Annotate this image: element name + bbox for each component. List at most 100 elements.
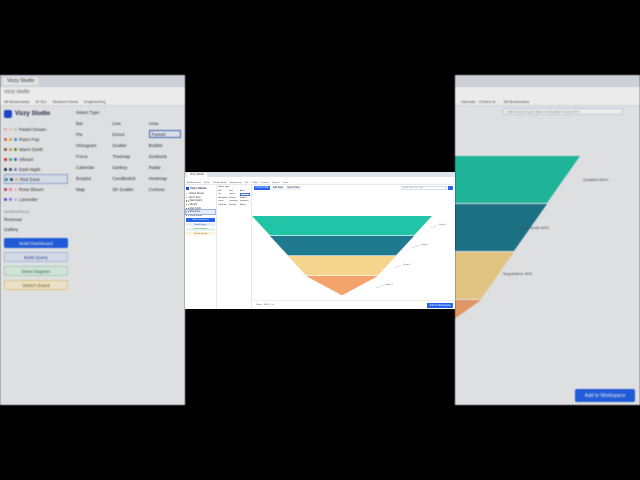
chart-type-option[interactable]: Scatter (112, 141, 144, 149)
bookmark[interactable]: Engineering (84, 99, 105, 104)
palette-option[interactable]: Rose Bloom (4, 184, 68, 194)
funnel-stage[interactable] (270, 236, 414, 256)
chart-type-option[interactable]: Line (229, 189, 239, 192)
chart-type-option[interactable]: Sunburst (149, 152, 181, 160)
chart-type-option[interactable]: Histogram (218, 196, 228, 199)
chart-type-option[interactable]: Funnel (148, 130, 181, 138)
chart-type-option[interactable]: Radar (149, 163, 181, 171)
sketch-board-button[interactable]: Sketch Board (4, 280, 68, 290)
palette-swatch (14, 127, 17, 131)
chart-type-option[interactable]: Area (240, 189, 250, 192)
build-query-button[interactable]: Build Query (4, 252, 68, 262)
fit-button[interactable]: Fit (271, 304, 273, 306)
tab-edit-data[interactable]: Edit Data (271, 186, 285, 190)
add-to-workspace-button[interactable]: Add to Workspace (427, 303, 453, 308)
sidebar-item-revenue[interactable]: Revenue (4, 214, 68, 224)
funnel-stage[interactable] (306, 276, 378, 296)
bookmark[interactable]: Team (283, 182, 288, 184)
chart-type-option[interactable]: Candlestick (112, 174, 144, 182)
palette-swatch (9, 137, 12, 141)
chart-type-option[interactable]: Donut (112, 130, 144, 138)
chart-type-option[interactable]: Radar (240, 203, 250, 206)
chart-type-option[interactable]: Calendar (218, 203, 228, 206)
palette-option[interactable]: Dark Night (4, 164, 68, 174)
chart-type-option[interactable]: 3D Scatter (112, 185, 144, 193)
chart-type-option[interactable]: Line (112, 119, 144, 127)
chart-type-option[interactable]: Area (149, 119, 181, 127)
chart-type-option[interactable]: Treemap (112, 152, 144, 160)
palette-swatch (5, 177, 8, 181)
bookmark[interactable]: El Sur (204, 182, 210, 184)
build-dashboard-button[interactable]: Build Dashboard (186, 218, 215, 222)
bookmark[interactable]: Finance (261, 182, 269, 184)
chart-type-option[interactable]: Bubble (240, 196, 250, 199)
chart-type-option[interactable]: Scatter (229, 196, 239, 199)
build-dashboard-button[interactable]: Build Dashboard (4, 238, 68, 248)
funnel-stage[interactable] (288, 256, 396, 276)
chart-type-option[interactable]: Heatmap (149, 174, 181, 182)
palette-option[interactable]: Warm Earth (4, 144, 68, 154)
zoom-value[interactable]: 100% (264, 304, 270, 306)
sidebar-item-label: Gallery (4, 226, 19, 232)
background-app-right: Operate - Orders to All Bookmarks Ask AI… (455, 75, 640, 405)
chart-type-option[interactable]: Histogram (76, 141, 108, 149)
bookmark[interactable]: El Sur (36, 99, 47, 104)
bookmark[interactable]: Engineering (230, 182, 242, 184)
bookmark[interactable]: Reports (272, 182, 280, 184)
browser-tab[interactable]: Vizzy Studio (3, 77, 39, 85)
bookmark[interactable]: Orders (252, 182, 259, 184)
chart-type-option[interactable]: Bar (76, 119, 108, 127)
address-bar[interactable]: vizzy studio (0, 87, 185, 97)
chart-type-option[interactable]: Sankey (112, 163, 144, 171)
palette-swatch (4, 127, 7, 131)
bookmark[interactable]: All Bookmarks (187, 182, 201, 184)
palette-swatch (15, 177, 18, 181)
address-text: vizzy studio (4, 89, 30, 95)
sketch-board-button[interactable]: Sketch Board (186, 232, 215, 236)
chart-type-option[interactable]: Sunburst (240, 200, 250, 203)
chart-type-option[interactable]: Funnel (239, 192, 250, 196)
build-query-button[interactable]: Build Query (186, 222, 215, 227)
chart-type-grid: Bar Line Area Pie Donut Funnel Histogram Scatte… (76, 119, 181, 193)
funnel-stage[interactable] (252, 216, 432, 236)
palette-option[interactable]: Pastel Dream (4, 124, 68, 134)
search-submit-button[interactable] (448, 186, 453, 190)
palette-swatch (14, 197, 17, 201)
ai-search-input[interactable]: Ask AI about your data (401, 186, 447, 190)
sidebar-item-gallery[interactable]: Gallery (4, 224, 68, 234)
bookmark[interactable]: All Bookmarks (4, 99, 30, 104)
chart-type-option[interactable]: Calendar (76, 163, 108, 171)
chart-type-option[interactable]: Force (218, 200, 228, 203)
chart-type-option[interactable]: Force (76, 152, 108, 160)
app-window: Vizzy Studio All Bookmarks El Sur Student … (185, 172, 455, 309)
sidebar-item-label: Revenue (4, 216, 23, 222)
palette-option[interactable]: Rose Bloom (186, 214, 215, 218)
browser-tab-strip: Vizzy Studio (0, 75, 185, 87)
background-funnel-stage (455, 156, 580, 203)
palette-label: Vibrant (189, 203, 198, 207)
bookmark[interactable]: Student Home (52, 99, 78, 104)
chart-type-option[interactable]: Map (76, 185, 108, 193)
chart-type-option[interactable]: Contour (149, 185, 181, 193)
draw-diagram-button[interactable]: Draw Diagram (4, 266, 68, 276)
add-to-workspace-button[interactable]: Add to Workspace (575, 389, 635, 402)
chart-type-option[interactable]: Treemap (229, 200, 239, 203)
chart-type-option[interactable]: Pie (218, 193, 228, 196)
chart-type-option[interactable]: Pie (76, 130, 108, 138)
chart-type-option[interactable]: Bubble (149, 141, 181, 149)
browser-tab[interactable]: Vizzy Studio (187, 173, 208, 177)
palette-option[interactable]: Retro Pop (4, 134, 68, 144)
draw-diagram-button[interactable]: Draw Diagram (186, 227, 215, 231)
tab-funnel-chart[interactable]: Funnel Chart (254, 186, 271, 190)
palette-option[interactable]: Vibrant (4, 154, 68, 164)
bookmark[interactable]: Student Home (213, 182, 227, 184)
bookmark[interactable]: Ops (245, 182, 249, 184)
chart-type-option[interactable]: Boxplot (76, 174, 108, 182)
palette-option[interactable]: Lavender (4, 194, 68, 204)
chart-type-option[interactable]: Donut (229, 193, 239, 196)
funnel-chart: Stage 1 Stage 2 Stage 3 Stage 4 (252, 216, 447, 296)
palette-option[interactable]: Red Zone (4, 174, 68, 184)
chart-type-option[interactable]: Bar (218, 189, 228, 192)
chart-type-option[interactable]: Sankey (229, 203, 239, 206)
tab-insert-chart[interactable]: Insert Chart (285, 186, 301, 190)
